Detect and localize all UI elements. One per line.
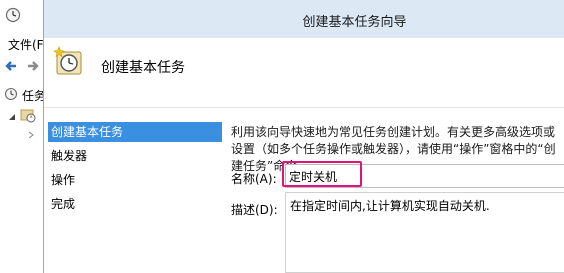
menu-file[interactable]: 文件(F [8,36,44,53]
clock-icon [5,7,21,26]
expand-arrow-icon[interactable] [28,128,34,142]
dialog-header: 创建基本任务 [44,38,564,108]
back-arrow-icon[interactable] [4,59,18,73]
menu-bar: 文件(F [0,34,48,54]
header-title: 创建基本任务 [101,60,185,76]
task-wizard-icon [52,45,86,82]
navigation-tree: 任务 [0,80,48,273]
name-label: 名称(A): [231,172,277,186]
tree-item-task-scheduler[interactable]: 任务 [4,86,48,104]
dialog-title: 创建基本任务向导 [302,15,407,30]
wizard-steps: 创建基本任务 触发器 操作 完成 [44,108,227,273]
task-scheduler-window: 文件(F 任务 [0,0,48,273]
task-scheduler-titlebar [0,0,48,30]
create-basic-task-wizard: 创建基本任务向导 创建基本任务 创建基本任务 触发器 操作 完成 利用该向导快速… [43,0,564,273]
description-label: 描述(D): [231,203,278,217]
step-content: 利用该向导快速地为常见任务创建计划。有关更多高级选项或设置（如多个任务操作或触发… [227,108,564,273]
step-create-basic-task[interactable]: 创建基本任务 [48,122,222,142]
toolbar [0,55,48,77]
folder-clock-icon [20,107,36,126]
step-action[interactable]: 操作 [48,170,222,190]
dialog-titlebar[interactable]: 创建基本任务向导 [44,0,564,38]
description-field[interactable]: 在指定时间内,让计算机实现自动关机. [285,192,564,273]
expand-triangle-icon[interactable] [8,110,16,124]
tree-item-library[interactable] [8,107,48,123]
step-trigger[interactable]: 触发器 [48,146,222,166]
name-field[interactable] [285,164,564,188]
forward-arrow-icon[interactable] [26,59,40,73]
step-finish[interactable]: 完成 [48,194,222,214]
clock-icon [4,87,18,104]
